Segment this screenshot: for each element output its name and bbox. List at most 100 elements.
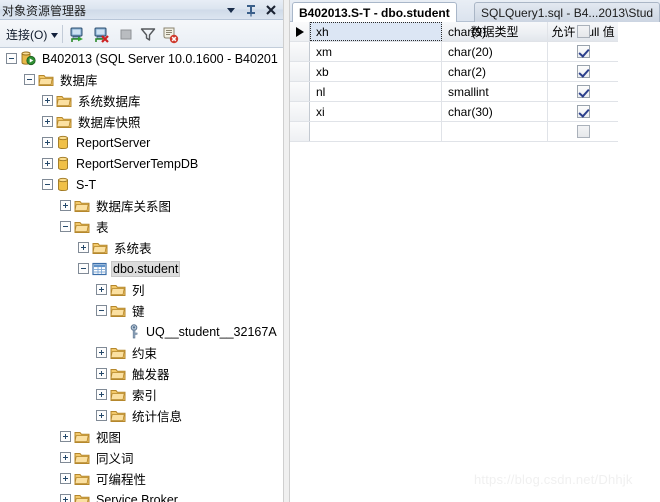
tree-node--[interactable]: 数据库快照 [0, 111, 283, 132]
collapse-minus-icon[interactable] [6, 53, 17, 64]
tree-node--[interactable]: 触发器 [0, 363, 283, 384]
disconnect-object-explorer-icon[interactable] [92, 25, 112, 44]
allow-nulls-checkbox[interactable] [576, 65, 590, 78]
object-explorer-tree[interactable]: B402013 (SQL Server 10.0.1600 - B40201 数据… [0, 48, 283, 502]
collapse-minus-icon[interactable] [60, 221, 71, 232]
collapse-minus-icon[interactable] [96, 305, 107, 316]
allow-nulls-checkbox[interactable] [576, 25, 590, 38]
collapse-minus-icon[interactable] [24, 74, 35, 85]
column-name-cell[interactable] [310, 122, 442, 141]
expand-plus-icon[interactable] [96, 368, 107, 379]
tree-node-uq-student-32167a[interactable]: UQ__student__32167A [0, 321, 283, 342]
connect-dropdown-button[interactable]: 连接(O) [3, 24, 61, 44]
table-row[interactable]: xb char(2) [290, 62, 618, 82]
table-row[interactable]: nl smallint [290, 82, 618, 102]
close-panel-icon[interactable] [263, 2, 279, 18]
auto-hide-pin-icon[interactable] [243, 2, 259, 18]
document-area: B402013.S-T - dbo.student SQLQuery1.sql … [290, 0, 660, 502]
tree-node--[interactable]: 数据库关系图 [0, 195, 283, 216]
tree-node--[interactable]: 键 [0, 300, 283, 321]
allow-nulls-cell[interactable] [548, 102, 618, 121]
tree-node--[interactable]: 数据库 [0, 69, 283, 90]
tree-node-label: 索引 [132, 389, 158, 403]
tree-node--[interactable]: 表 [0, 216, 283, 237]
data-type-cell[interactable]: char(30) [442, 102, 548, 121]
expand-plus-icon[interactable] [60, 494, 71, 502]
row-selector-cell[interactable] [290, 122, 310, 141]
table-row[interactable]: xh char(9) [290, 22, 618, 42]
allow-nulls-checkbox[interactable] [576, 45, 590, 58]
tree-node--[interactable]: 统计信息 [0, 405, 283, 426]
tree-node-reportservertempdb[interactable]: ReportServerTempDB [0, 153, 283, 174]
tree-node--[interactable]: 同义词 [0, 447, 283, 468]
column-name-cell[interactable]: xm [310, 42, 442, 61]
allow-nulls-checkbox[interactable] [576, 105, 590, 118]
tab-table-designer[interactable]: B402013.S-T - dbo.student [292, 2, 457, 22]
table-row[interactable] [290, 122, 618, 142]
refresh-script-icon[interactable] [160, 25, 180, 44]
allow-nulls-cell[interactable] [548, 122, 618, 141]
expand-plus-icon[interactable] [42, 95, 53, 106]
allow-nulls-checkbox[interactable] [576, 85, 590, 98]
expand-plus-icon[interactable] [96, 347, 107, 358]
tab-sql-query[interactable]: SQLQuery1.sql - B4...2013\Stud [474, 2, 660, 22]
tree-node-dbo.student[interactable]: dbo.student [0, 258, 283, 279]
tree-node--[interactable]: 约束 [0, 342, 283, 363]
data-type-cell[interactable]: char(9) [442, 22, 548, 41]
column-name-cell[interactable]: xb [310, 62, 442, 81]
window-dropdown-icon[interactable] [223, 2, 239, 18]
row-selector-cell[interactable] [290, 42, 310, 61]
allow-nulls-checkbox[interactable] [576, 125, 590, 138]
tree-node--[interactable]: 可编程性 [0, 468, 283, 489]
tree-node-label: 键 [132, 305, 145, 319]
data-type-cell[interactable]: smallint [442, 82, 548, 101]
tree-node-b402013-sql-server-10.0.1600-b40201[interactable]: B402013 (SQL Server 10.0.1600 - B40201 [0, 48, 283, 69]
expand-plus-icon[interactable] [60, 473, 71, 484]
tree-node--[interactable]: 索引 [0, 384, 283, 405]
allow-nulls-cell[interactable] [548, 42, 618, 61]
collapse-minus-icon[interactable] [78, 263, 89, 274]
expand-plus-icon[interactable] [96, 410, 107, 421]
tree-node-service-broker[interactable]: Service Broker [0, 489, 283, 502]
tree-node--[interactable]: 系统数据库 [0, 90, 283, 111]
tree-node-label: 可编程性 [96, 473, 147, 487]
data-type-cell[interactable] [442, 122, 548, 141]
expand-plus-icon[interactable] [42, 137, 53, 148]
filter-icon[interactable] [138, 25, 158, 44]
panel-splitter[interactable] [283, 0, 290, 502]
column-name-cell[interactable]: xh [310, 22, 442, 41]
expand-plus-icon[interactable] [60, 452, 71, 463]
stop-icon[interactable] [116, 25, 136, 44]
table-row[interactable]: xm char(20) [290, 42, 618, 62]
tab-label: SQLQuery1.sql - B4...2013\Stud [481, 5, 654, 20]
expand-plus-icon[interactable] [42, 116, 53, 127]
row-selector-cell[interactable] [290, 82, 310, 101]
tree-node--[interactable]: 系统表 [0, 237, 283, 258]
allow-nulls-cell[interactable] [548, 82, 618, 101]
row-selector-cell[interactable] [290, 102, 310, 121]
expand-plus-icon[interactable] [42, 158, 53, 169]
allow-nulls-cell[interactable] [548, 62, 618, 81]
connect-object-explorer-icon[interactable] [68, 25, 88, 44]
server-icon [20, 51, 36, 66]
expand-plus-icon[interactable] [60, 431, 71, 442]
tree-node--[interactable]: 列 [0, 279, 283, 300]
expand-plus-icon[interactable] [60, 200, 71, 211]
expand-plus-icon[interactable] [96, 284, 107, 295]
column-name-cell[interactable]: xi [310, 102, 442, 121]
folder-icon [74, 199, 90, 213]
table-designer-grid: 列名 数据类型 允许 Null 值 xhchar(9)xmchar(20)xbc… [290, 22, 660, 502]
table-row[interactable]: xi char(30) [290, 102, 618, 122]
row-selector-cell[interactable] [290, 62, 310, 81]
collapse-minus-icon[interactable] [42, 179, 53, 190]
allow-nulls-cell[interactable] [548, 22, 618, 41]
expand-plus-icon[interactable] [78, 242, 89, 253]
tree-node-s-t[interactable]: S-T [0, 174, 283, 195]
tree-node-reportserver[interactable]: ReportServer [0, 132, 283, 153]
expand-plus-icon[interactable] [96, 389, 107, 400]
column-name-cell[interactable]: nl [310, 82, 442, 101]
tree-node--[interactable]: 视图 [0, 426, 283, 447]
data-type-cell[interactable]: char(20) [442, 42, 548, 61]
data-type-cell[interactable]: char(2) [442, 62, 548, 81]
row-selector-cell[interactable] [290, 22, 310, 41]
